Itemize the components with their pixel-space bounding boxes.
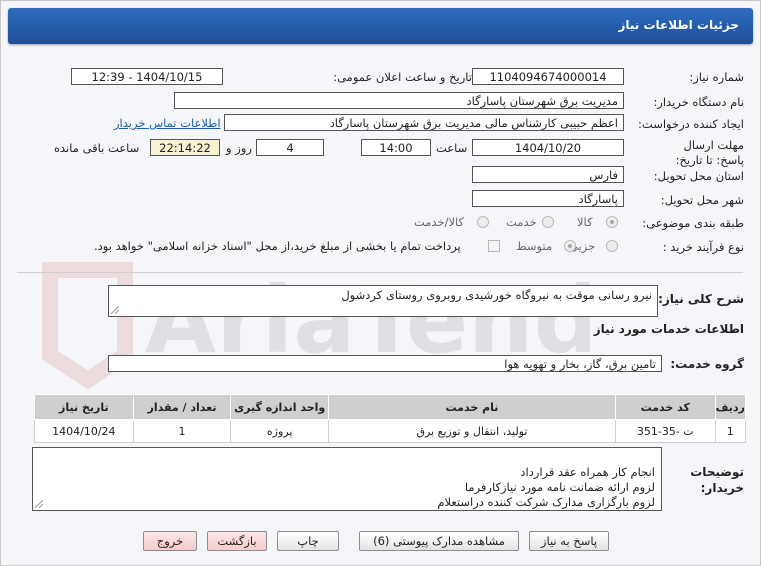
title-bar: جزئیات اطلاعات نیاز	[8, 8, 753, 44]
need-number-label: شماره نیاز:	[689, 70, 744, 84]
category-both-radio[interactable]	[477, 216, 489, 228]
city-field: پاسارگاد	[472, 190, 624, 207]
services-table: ردیف کد خدمت نام خدمت واحد اندازه گیری ت…	[34, 394, 747, 443]
notes-label: توضیحات خریدار:	[690, 465, 744, 495]
creator-field: اعظم حبیبی کارشناس مالی مدیریت برق شهرست…	[224, 114, 624, 131]
cell-qty: 1	[132, 419, 232, 443]
view-documents-button[interactable]: مشاهده مدارک پیوستی (6)	[359, 531, 519, 551]
service-group-label: گروه خدمت:	[670, 357, 744, 371]
notes-field: انجام کار همراه عقد قرارداد لزوم ارائه ض…	[32, 447, 662, 511]
city-label: شهر محل تحویل:	[660, 193, 744, 207]
cell-code: ت -35-351	[614, 419, 716, 443]
reply-button[interactable]: پاسخ به نیاز	[529, 531, 609, 551]
need-number-field: 1104094674000014	[472, 68, 624, 85]
table-row: 1 ت -35-351 تولید، انتقال و توزیع برق پر…	[34, 419, 747, 443]
cell-unit: پروژه	[230, 419, 329, 443]
category-goods-radio[interactable]	[606, 216, 618, 228]
notes-text: انجام کار همراه عقد قرارداد لزوم ارائه ض…	[437, 465, 655, 509]
category-label: طبقه بندی موضوعی:	[642, 216, 744, 230]
deadline-time-field: 14:00	[361, 139, 431, 156]
service-group-field: تامین برق، گاز، بخار و تهویه هوا	[108, 355, 662, 372]
days-label: روز و	[226, 141, 252, 155]
category-both-label: کالا/خدمت	[414, 215, 465, 229]
table-header-row: ردیف کد خدمت نام خدمت واحد اندازه گیری ت…	[34, 394, 747, 420]
buyer-org-field: مدیریت برق شهرستان پاسارگاد	[174, 92, 624, 109]
remaining-label: ساعت باقی مانده	[54, 141, 140, 155]
days-field: 4	[256, 139, 324, 156]
col-date: تاریخ نیاز	[34, 394, 134, 420]
treasury-text: پرداخت تمام یا بخشی از مبلغ خرید،از محل …	[94, 239, 461, 253]
buyer-contact-link[interactable]: اطلاعات تماس خریدار	[114, 116, 221, 130]
summary-text: نیرو رسانی موقت به نیروگاه خورشیدی روبرو…	[341, 288, 652, 302]
announce-field: 1404/10/15 - 12:39	[71, 68, 223, 85]
creator-label: ایجاد کننده درخواست:	[638, 117, 744, 131]
col-name: نام خدمت	[328, 394, 616, 420]
province-label: استان محل تحویل:	[653, 169, 744, 183]
deadline-date-field: 1404/10/20	[472, 139, 624, 156]
process-minor-radio[interactable]	[606, 240, 618, 252]
resize-handle-icon[interactable]	[35, 500, 43, 508]
deadline-time-label: ساعت	[436, 141, 468, 155]
divider	[17, 272, 743, 273]
announce-label: تاریخ و ساعت اعلان عمومی:	[333, 70, 472, 84]
cell-row: 1	[714, 419, 747, 443]
exit-button[interactable]: خروج	[143, 531, 197, 551]
summary-label: شرح کلی نیاز:	[658, 292, 744, 306]
summary-field: نیرو رسانی موقت به نیروگاه خورشیدی روبرو…	[108, 285, 658, 317]
category-service-label: خدمت	[506, 215, 537, 229]
page-title: جزئیات اطلاعات نیاز	[618, 18, 739, 32]
province-field: فارس	[472, 166, 624, 183]
services-section-title: اطلاعات خدمات مورد نیاز	[593, 322, 744, 336]
buyer-org-label: نام دستگاه خریدار:	[653, 95, 744, 109]
process-medium-radio[interactable]	[564, 240, 576, 252]
col-row: ردیف	[714, 394, 747, 420]
col-code: کد خدمت	[614, 394, 716, 420]
back-button[interactable]: بازگشت	[207, 531, 267, 551]
process-label: نوع فرآیند خرید :	[662, 240, 744, 254]
treasury-checkbox[interactable]	[488, 240, 500, 252]
cell-date: 1404/10/24	[34, 419, 134, 443]
col-qty: تعداد / مقدار	[132, 394, 232, 420]
deadline-label: مهلت ارسال پاسخ: تا تاریخ:	[675, 138, 744, 167]
resize-handle-icon[interactable]	[111, 306, 119, 314]
remaining-time-field: 22:14:22	[150, 139, 220, 156]
category-service-radio[interactable]	[542, 216, 554, 228]
print-button[interactable]: چاپ	[277, 531, 339, 551]
category-goods-label: کالا	[577, 215, 593, 229]
cell-name: تولید، انتقال و توزیع برق	[328, 419, 616, 443]
process-medium-label: متوسط	[516, 239, 553, 253]
col-unit: واحد اندازه گیری	[230, 394, 329, 420]
